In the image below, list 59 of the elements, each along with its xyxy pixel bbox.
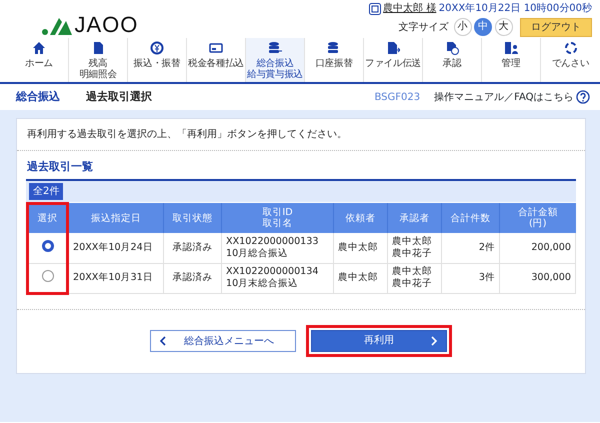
document-check-icon [445,41,459,55]
table-cell: XX1022000000134 10月末総合振込 [222,263,334,293]
card-icon [209,41,223,55]
yen-coin-icon [150,41,164,55]
table-cell: XX1022000000133 10月総合振込 [222,233,334,263]
nav-tab[interactable]: 税金各種払込 [187,38,246,82]
screen-id: BSGF023 [374,90,420,104]
chevron-right-icon [431,336,438,346]
table-cell: 20XX年10月24日 [68,233,164,263]
column-header: 振込指定日 [68,203,164,233]
user-name-link[interactable]: 農中太郎 様 [383,2,436,15]
count-badge: 全2件 [29,182,64,200]
document-icon [91,41,105,55]
table-cell: 農中太郎 農中花子 [388,233,442,263]
table-cell: 承認済み [164,263,222,293]
table-cell: 3件 [442,263,500,293]
nav-tab[interactable]: ファイル伝送 [364,38,423,82]
help-icon [576,90,590,104]
file-send-icon [386,41,400,55]
radio-button[interactable] [42,240,54,252]
database-icon [268,41,282,55]
table-cell: 承認済み [164,233,222,263]
logout-button[interactable]: ログアウト [520,18,592,36]
ring-icon [564,41,578,55]
column-header: 合計金額 (円) [500,203,576,233]
table-cell: 農中太郎 [334,263,388,293]
table-cell: 200,000 [500,233,576,263]
home-icon [32,41,46,55]
page-title: 過去取引選択 [86,88,152,105]
chevron-left-icon [159,336,166,346]
instruction-text: 再利用する過去取引を選択の上、「再利用」ボタンを押してください。 [17,119,585,151]
column-header: 合計件数 [442,203,500,233]
radio-button[interactable] [42,270,54,282]
column-header: 依頼者 [334,203,388,233]
font-size-option[interactable]: 中 [474,18,492,36]
nav-tab[interactable]: 総合振込 給与賞与振込 [246,38,305,82]
category-title: 総合振込 [16,88,60,105]
table-cell: 300,000 [500,263,576,293]
column-header: 承認者 [388,203,442,233]
table-cell: 農中太郎 [334,233,388,263]
reuse-button[interactable]: 再利用 [311,330,447,352]
logo-mark-icon [42,16,72,36]
table-cell: 20XX年10月31日 [68,263,164,293]
logo-text: JAOO [74,14,138,36]
font-size-option[interactable]: 小 [454,18,472,36]
column-header: 取引状態 [164,203,222,233]
building-person-icon [504,41,518,55]
column-header: 選択 [28,203,68,233]
font-size-option[interactable]: 大 [494,18,512,36]
database-icon [327,41,341,55]
back-to-menu-button[interactable]: 総合振込メニューへ [150,330,296,352]
user-badge-icon [368,2,381,14]
table-cell: 2件 [442,233,500,263]
font-size-label: 文字サイズ [398,20,448,34]
table-cell: 農中太郎 農中花子 [388,263,442,293]
help-link[interactable]: 操作マニュアル／FAQはこちら [434,90,590,104]
login-datetime: 20XX年10月22日 10時00分00秒 [438,2,592,15]
section-title: 過去取引一覧 [26,159,94,175]
column-header: 取引ID 取引名 [222,203,334,233]
